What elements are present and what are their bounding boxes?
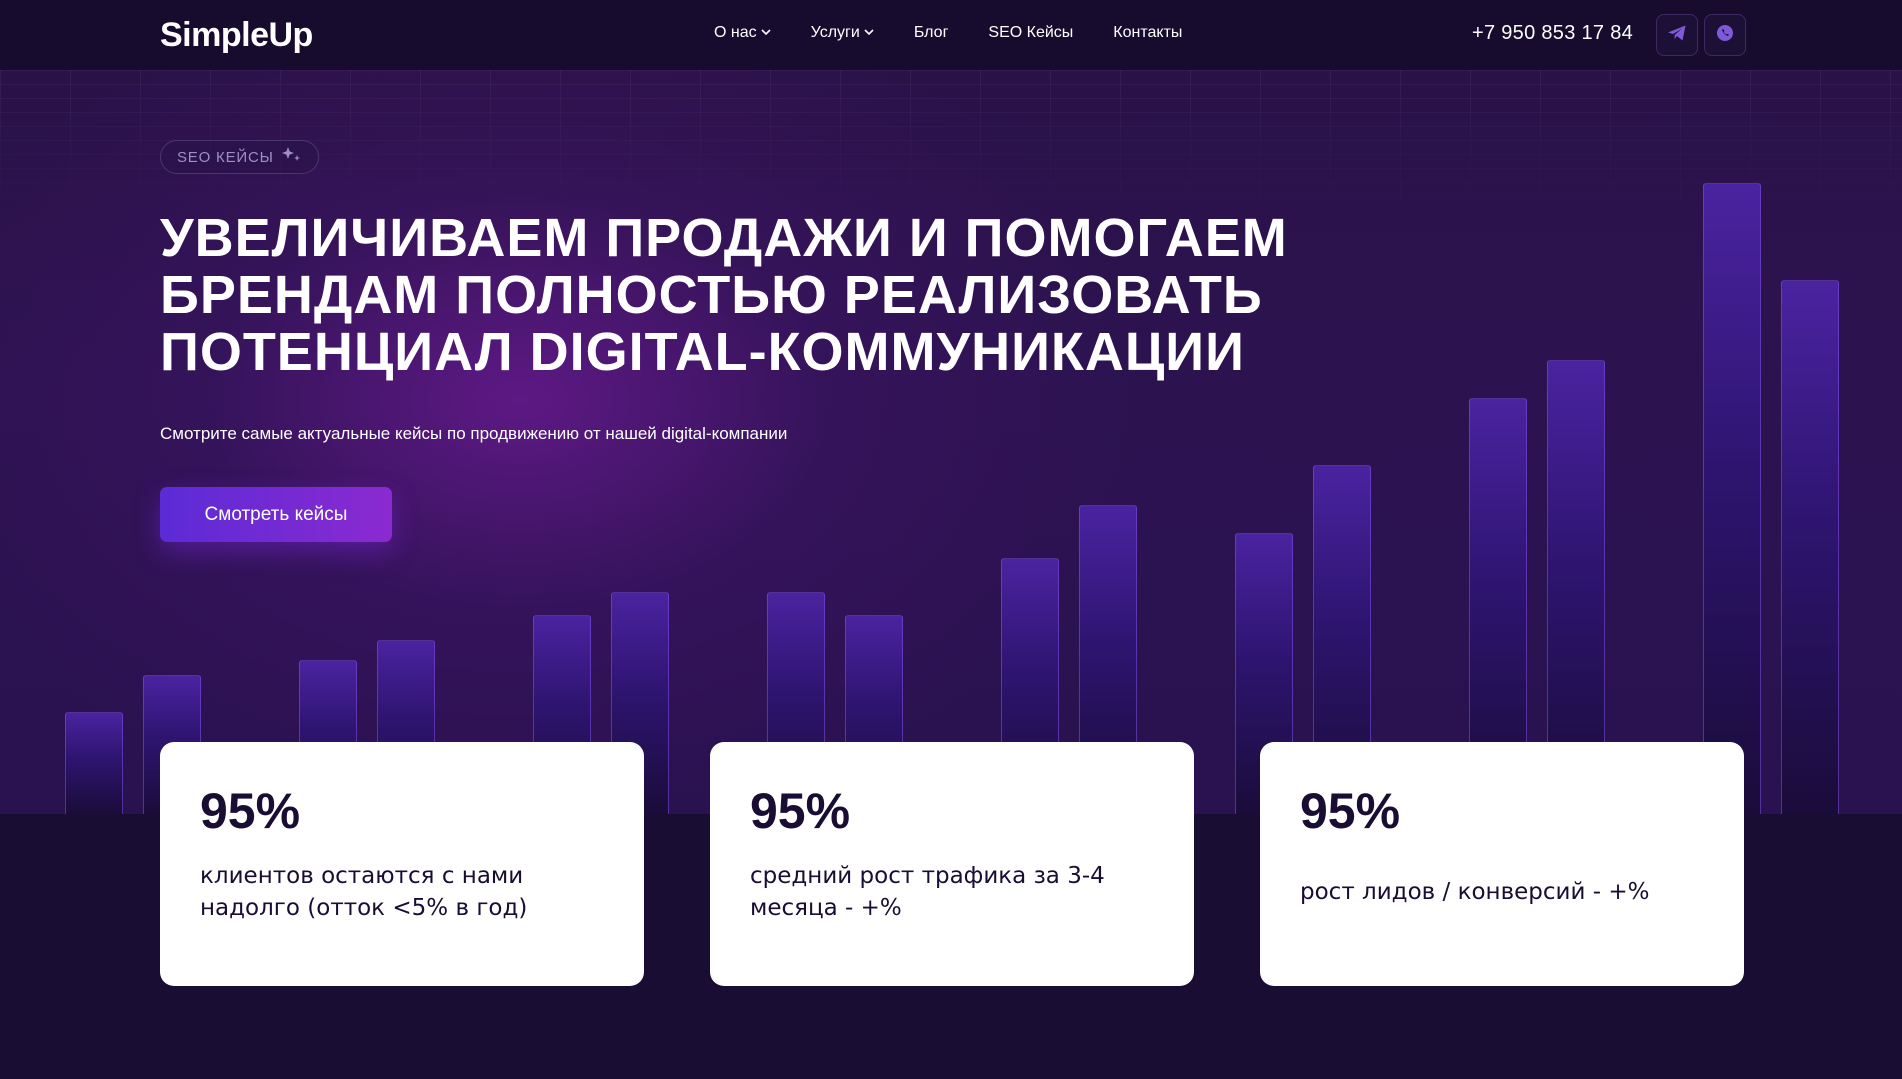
main-nav: О нас Услуги Блог SEO Кейсы Контакты xyxy=(714,24,1222,42)
nav-item-seo-cases[interactable]: SEO Кейсы xyxy=(988,24,1073,42)
nav-item-label: SEO Кейсы xyxy=(988,24,1074,41)
site-header: SimpleUp О нас Услуги Блог SEO Кейсы Кон… xyxy=(0,0,1902,70)
stats-cards: 95% клиентов остаются с нами надолго (от… xyxy=(160,742,1744,986)
nav-item-label: Блог xyxy=(913,24,949,41)
nav-item-about[interactable]: О нас xyxy=(714,24,771,42)
whatsapp-icon xyxy=(1715,23,1735,47)
nav-item-contacts[interactable]: Контакты xyxy=(1113,24,1182,42)
nav-item-blog[interactable]: Блог xyxy=(914,24,949,42)
hero-section: SEO КЕЙСЫ УВЕЛИЧИВАЕМ ПРОДАЖИ И ПОМОГАЕМ… xyxy=(0,70,1902,814)
hero-subtitle: Смотрите самые актуальные кейсы по продв… xyxy=(160,424,788,443)
decorative-bar xyxy=(1703,183,1761,814)
headline-line: ПОТЕНЦИАЛ DIGITAL-КОММУНИКАЦИИ xyxy=(160,322,1245,382)
stat-value: 95% xyxy=(200,783,301,839)
chevron-down-icon xyxy=(761,28,771,39)
headline-line: БРЕНДАМ ПОЛНОСТЬЮ РЕАЛИЗОВАТЬ xyxy=(160,265,1263,325)
stat-card: 95% рост лидов / конверсий - +% xyxy=(1260,742,1744,986)
stat-description: средний рост трафика за 3-4 месяца - +% xyxy=(750,863,1105,921)
nav-item-label: Контакты xyxy=(1113,24,1183,41)
phone-link[interactable]: +7 950 853 17 84 xyxy=(1472,22,1633,45)
telegram-button[interactable] xyxy=(1656,14,1698,56)
chevron-down-icon xyxy=(864,28,874,39)
view-cases-button[interactable]: Смотреть кейсы xyxy=(160,487,392,542)
nav-item-label: Услуги xyxy=(810,24,860,41)
badge-label: SEO КЕЙСЫ xyxy=(177,148,274,166)
stat-value: 95% xyxy=(750,783,851,839)
stat-card: 95% средний рост трафика за 3-4 месяца -… xyxy=(710,742,1194,986)
sparkle-icon xyxy=(280,146,302,168)
nav-item-services[interactable]: Услуги xyxy=(811,24,874,42)
telegram-icon xyxy=(1667,24,1687,46)
section-badge: SEO КЕЙСЫ xyxy=(160,140,319,174)
headline-line: УВЕЛИЧИВАЕМ ПРОДАЖИ И ПОМОГАЕМ xyxy=(160,208,1288,268)
page: SimpleUp О нас Услуги Блог SEO Кейсы Кон… xyxy=(0,0,1902,1079)
decorative-bar xyxy=(65,712,123,814)
logo[interactable]: SimpleUp xyxy=(160,16,313,55)
nav-item-label: О нас xyxy=(714,24,757,41)
stat-value: 95% xyxy=(1300,783,1401,839)
hero-headline: УВЕЛИЧИВАЕМ ПРОДАЖИ И ПОМОГАЕМ БРЕНДАМ П… xyxy=(160,210,1420,381)
stat-description: клиентов остаются с нами надолго (отток … xyxy=(200,863,528,921)
decorative-bar xyxy=(1781,280,1839,814)
stat-description: рост лидов / конверсий - +% xyxy=(1300,879,1650,905)
whatsapp-button[interactable] xyxy=(1704,14,1746,56)
stat-card: 95% клиентов остаются с нами надолго (от… xyxy=(160,742,644,986)
